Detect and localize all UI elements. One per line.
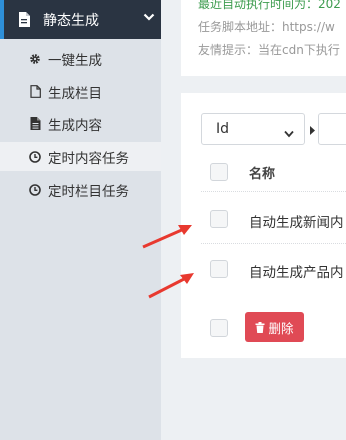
- last-run-time-text: 最近自动执行时间为：202: [198, 0, 341, 11]
- annotation-arrow-icon: [142, 225, 192, 249]
- delete-button-label: 删除: [268, 320, 294, 336]
- sidebar-item-label: 定时栏目任务: [48, 183, 129, 200]
- table-row-name[interactable]: 自动生成新闻内: [249, 211, 344, 231]
- select-all-checkbox[interactable]: [210, 163, 228, 181]
- search-field-value: Id: [216, 121, 230, 137]
- bulk-select-checkbox[interactable]: [210, 319, 228, 337]
- file-icon: [18, 12, 32, 27]
- clock-icon: [29, 150, 41, 163]
- row-divider: [201, 243, 346, 244]
- trash-icon: [255, 321, 265, 333]
- file-text-icon: [29, 117, 41, 130]
- task-script-url-text: 任务脚本地址：https://w: [198, 20, 335, 34]
- sidebar-item-label: 一键生成: [48, 52, 102, 69]
- sidebar-item-label: 生成内容: [48, 117, 102, 134]
- caret-right-icon: [310, 124, 315, 139]
- sidebar-item-generate-column[interactable]: 生成栏目: [0, 77, 161, 106]
- sidebar-item-label: 生成栏目: [48, 85, 102, 102]
- sidebar-group-static-generate[interactable]: 静态生成: [0, 0, 161, 39]
- chevron-down-icon: [284, 126, 294, 142]
- row-divider: [201, 191, 346, 192]
- tip-text: 友情提示：当在cdn下执行: [198, 43, 340, 57]
- table-row-name[interactable]: 自动生成产品内: [249, 261, 344, 281]
- search-input[interactable]: [318, 113, 346, 145]
- task-list-panel: Id 名称 自动生成新闻内 自动生成产品内 删除: [181, 93, 346, 358]
- sidebar: 静态生成 一键生成 生成栏目 生成内容 定时内容任务 定时栏目任务: [0, 0, 161, 440]
- sidebar-item-generate-content[interactable]: 生成内容: [0, 109, 161, 138]
- row-checkbox[interactable]: [210, 210, 228, 228]
- gear-icon: [29, 53, 41, 65]
- sidebar-item-scheduled-content-task[interactable]: 定时内容任务: [0, 142, 161, 171]
- sidebar-item-one-click-generate[interactable]: 一键生成: [0, 44, 161, 73]
- info-panel: 最近自动执行时间为：202 任务脚本地址：https://w 友情提示：当在cd…: [181, 0, 346, 76]
- annotation-arrow-icon: [148, 273, 194, 299]
- sidebar-item-scheduled-column-task[interactable]: 定时栏目任务: [0, 175, 161, 204]
- column-header-name: 名称: [249, 167, 276, 182]
- sidebar-item-label: 定时内容任务: [48, 150, 129, 167]
- clock-icon: [29, 183, 41, 196]
- chevron-down-icon[interactable]: [143, 11, 155, 27]
- sidebar-group-label: 静态生成: [43, 12, 99, 29]
- file-outline-icon: [29, 85, 41, 98]
- delete-button[interactable]: 删除: [245, 312, 304, 342]
- row-checkbox[interactable]: [210, 260, 228, 278]
- search-field-select[interactable]: Id: [201, 113, 305, 145]
